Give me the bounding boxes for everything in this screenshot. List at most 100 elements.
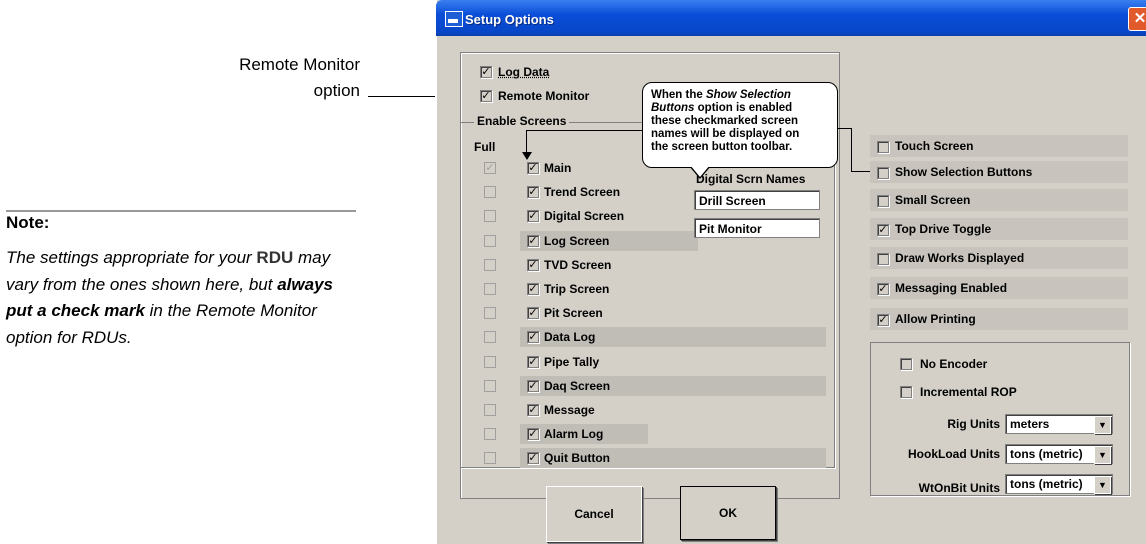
- wtonbit-units-label: WtOnBit Units: [918, 481, 1000, 495]
- log-data-label: Log Data: [498, 65, 550, 79]
- full-checkbox[interactable]: [484, 428, 496, 441]
- screen-checkbox[interactable]: ✓: [527, 404, 539, 416]
- screen-checkbox[interactable]: ✓: [527, 355, 539, 368]
- screen-checkbox[interactable]: ✓: [527, 186, 539, 199]
- note-heading: Note:: [6, 213, 50, 232]
- full-checkbox[interactable]: ✓: [484, 162, 496, 174]
- screen-label: Message: [544, 403, 595, 417]
- chevron-down-icon[interactable]: ▼: [1094, 416, 1111, 434]
- tip-l2-em: Buttons: [651, 102, 695, 114]
- screen-label: TVD Screen: [544, 257, 612, 272]
- note-rdu: RDU: [256, 248, 294, 267]
- full-checkbox[interactable]: [484, 355, 496, 368]
- remote-monitor-checkbox[interactable]: ✓: [480, 90, 492, 102]
- option-label: Touch Screen: [895, 139, 974, 153]
- tip-connector-a: [838, 128, 852, 129]
- option-checkbox[interactable]: ✓: [877, 224, 889, 236]
- digital-name-field-2[interactable]: Pit Monitor: [694, 218, 820, 238]
- full-checkbox[interactable]: [484, 379, 496, 392]
- wtonbit-units-value: tons (metric): [1010, 477, 1083, 491]
- option-checkbox[interactable]: [877, 253, 889, 265]
- screen-label: Daq Screen: [544, 378, 611, 393]
- screen-label: Main: [544, 161, 572, 175]
- option-checkbox[interactable]: ✓: [877, 314, 889, 326]
- tip-l5: the screen button toolbar.: [651, 141, 793, 153]
- full-checkbox[interactable]: [484, 452, 496, 465]
- callout-line1: Remote Monitor: [239, 55, 360, 74]
- screen-checkbox[interactable]: ✓: [527, 258, 539, 271]
- option-checkbox[interactable]: [877, 141, 889, 153]
- full-checkbox[interactable]: [484, 307, 496, 320]
- tip-l3: these checkmarked screen: [651, 115, 799, 127]
- option-checkbox[interactable]: [877, 195, 889, 207]
- chevron-down-icon[interactable]: ▼: [1094, 446, 1111, 464]
- tip-connector-b: [851, 128, 852, 172]
- screen-checkbox[interactable]: ✓: [527, 234, 539, 247]
- screen-checkbox[interactable]: ✓: [527, 162, 539, 174]
- window-title: Setup Options: [465, 12, 554, 27]
- option-label: Draw Works Displayed: [895, 251, 1025, 265]
- option-label: Messaging Enabled: [895, 281, 1008, 295]
- enable-screens-legend: Enable Screens: [474, 114, 570, 128]
- screen-checkbox[interactable]: ✓: [527, 307, 539, 320]
- option-label: Allow Printing: [895, 312, 976, 326]
- hookload-units-select[interactable]: tons (metric) ▼: [1005, 444, 1113, 464]
- tip-l1-em: Show Selection: [705, 89, 791, 101]
- screen-checkbox[interactable]: ✓: [527, 283, 539, 295]
- tooltip-arrow-icon: [522, 152, 532, 160]
- option-label: Top Drive Toggle: [895, 222, 992, 236]
- note-body: The settings appropriate for your RDU ma…: [6, 245, 351, 351]
- full-checkbox[interactable]: [484, 331, 496, 344]
- full-checkbox[interactable]: [484, 258, 496, 271]
- screen-label: Trend Screen: [544, 185, 621, 200]
- screen-label: Digital Screen: [544, 209, 625, 224]
- incremental-rop-checkbox[interactable]: [900, 386, 912, 398]
- full-checkbox[interactable]: [484, 234, 496, 247]
- tip-l4: names will be displayed on: [651, 128, 800, 140]
- screen-label: Trip Screen: [544, 282, 610, 296]
- callout-line2: option: [313, 81, 360, 100]
- tip-l1: When the: [651, 89, 703, 101]
- cancel-button[interactable]: Cancel: [546, 486, 642, 542]
- chevron-down-icon[interactable]: ▼: [1094, 476, 1111, 494]
- screen-checkbox[interactable]: ✓: [527, 331, 539, 344]
- ok-button[interactable]: OK: [680, 486, 776, 540]
- full-checkbox[interactable]: [484, 283, 496, 295]
- tooltip-leader-horizontal: [526, 130, 648, 131]
- hookload-units-value: tons (metric): [1010, 447, 1083, 461]
- log-data-checkbox[interactable]: ✓: [480, 66, 492, 78]
- full-checkbox[interactable]: [484, 404, 496, 416]
- digital-name-field-1[interactable]: Drill Screen: [694, 190, 820, 210]
- tooltip-tail: [690, 165, 710, 177]
- selection-buttons-tooltip: When the Show Selection Buttons option i…: [642, 82, 838, 168]
- tip-l2: option is enabled: [697, 102, 793, 114]
- screen-checkbox[interactable]: ✓: [527, 210, 539, 223]
- incremental-rop-label: Incremental ROP: [920, 385, 1017, 399]
- remote-monitor-label: Remote Monitor: [498, 89, 590, 103]
- screen-label: Quit Button: [544, 451, 610, 466]
- screen-label: Data Log: [544, 330, 596, 345]
- full-column-label: Full: [474, 140, 496, 154]
- rig-units-label: Rig Units: [947, 417, 1000, 431]
- note-text-1: The settings appropriate for your: [6, 248, 252, 267]
- screen-label: Alarm Log: [544, 427, 604, 442]
- app-icon: [445, 11, 463, 27]
- digital-scrn-names-title: Digital Scrn Names: [696, 172, 806, 186]
- screen-checkbox[interactable]: ✓: [527, 452, 539, 465]
- note-divider: [6, 210, 356, 212]
- option-checkbox[interactable]: [877, 167, 889, 179]
- close-icon[interactable]: ✕: [1128, 7, 1146, 31]
- wtonbit-units-select[interactable]: tons (metric) ▼: [1005, 474, 1113, 494]
- remote-monitor-callout: Remote Monitor option: [140, 52, 360, 104]
- screen-checkbox[interactable]: ✓: [527, 379, 539, 392]
- screen-checkbox[interactable]: ✓: [527, 428, 539, 441]
- rig-units-select[interactable]: meters ▼: [1005, 414, 1113, 434]
- hookload-units-label: HookLoad Units: [908, 447, 1000, 461]
- screen-label: Pipe Tally: [544, 354, 600, 369]
- no-encoder-label: No Encoder: [920, 357, 988, 371]
- full-checkbox[interactable]: [484, 186, 496, 199]
- full-checkbox[interactable]: [484, 210, 496, 223]
- screen-label: Log Screen: [544, 233, 610, 248]
- no-encoder-checkbox[interactable]: [900, 358, 912, 370]
- option-checkbox[interactable]: ✓: [877, 283, 889, 295]
